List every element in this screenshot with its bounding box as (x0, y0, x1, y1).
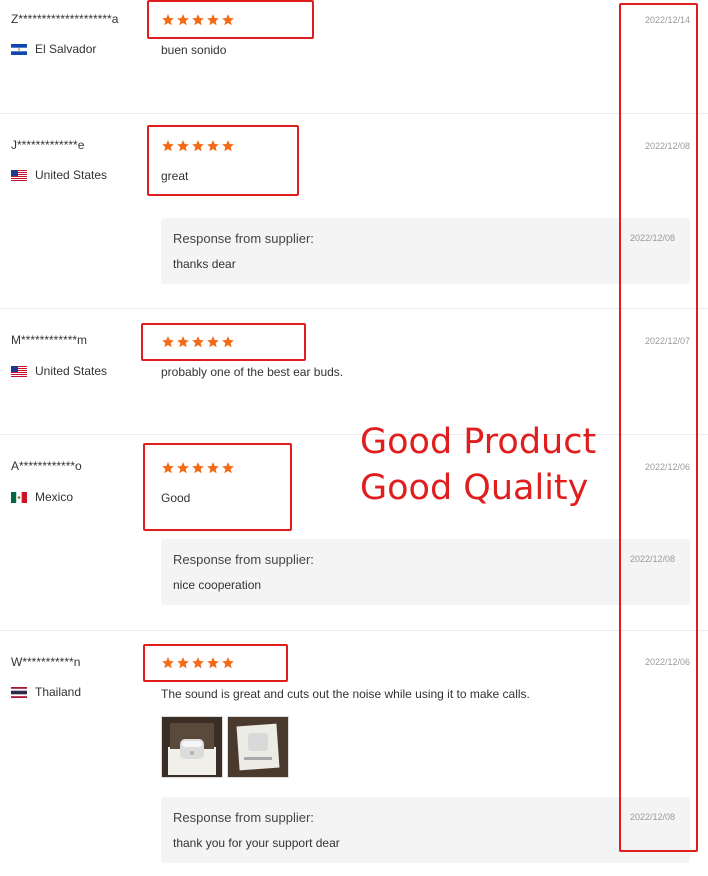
response-text: thank you for your support dear (173, 836, 340, 850)
supplier-response: Response from supplier: nice cooperation… (161, 539, 690, 605)
annotation-good-quality: Good Quality (360, 468, 589, 508)
united-states-flag-icon (11, 365, 27, 377)
response-title: Response from supplier: (173, 552, 314, 567)
highlight-box-rating-2 (147, 125, 299, 196)
country-name: Thailand (35, 685, 82, 699)
highlight-box-dates (619, 3, 698, 852)
response-title: Response from supplier: (173, 810, 314, 825)
review-photo-earbuds-case[interactable] (161, 716, 223, 778)
response-text: nice cooperation (173, 578, 262, 592)
highlight-box-rating-1 (147, 0, 314, 39)
review-text: probably one of the best ear buds. (161, 365, 344, 379)
review-text: The sound is great and cuts out the nois… (161, 687, 530, 701)
country-name: Mexico (35, 490, 74, 504)
response-title: Response from supplier: (173, 231, 314, 246)
country-name: United States (35, 168, 108, 182)
thailand-flag-icon (11, 686, 27, 698)
reviewer-name: A************o (11, 459, 82, 473)
review-photo-earbuds-box[interactable] (227, 716, 289, 778)
reviewer-country: El Salvador (11, 42, 96, 56)
reviewer-country: United States (11, 168, 107, 182)
reviewer-name: Z********************a (11, 12, 119, 26)
reviewer-country: Mexico (11, 490, 73, 504)
reviewer-country: United States (11, 364, 107, 378)
supplier-response: Response from supplier: thank you for yo… (161, 797, 690, 863)
reviewer-name: M************m (11, 333, 88, 347)
reviewer-name: W***********n (11, 655, 81, 669)
highlight-box-rating-3 (141, 323, 306, 361)
united-states-flag-icon (11, 169, 27, 181)
reviewer-name: J*************e (11, 138, 85, 152)
divider (0, 434, 708, 435)
country-name: United States (35, 364, 108, 378)
annotation-good-product: Good Product (360, 422, 597, 462)
divider (0, 308, 708, 309)
supplier-response: Response from supplier: thanks dear 2022… (161, 218, 690, 284)
divider (0, 113, 708, 114)
mexico-flag-icon (11, 491, 27, 503)
highlight-box-rating-5 (143, 644, 288, 682)
el-salvador-flag-icon (11, 43, 27, 55)
review-text: buen sonido (161, 43, 227, 57)
response-text: thanks dear (173, 257, 236, 271)
reviewer-country: Thailand (11, 685, 81, 699)
country-name: El Salvador (35, 42, 97, 56)
divider (0, 630, 708, 631)
highlight-box-rating-4 (143, 443, 292, 531)
